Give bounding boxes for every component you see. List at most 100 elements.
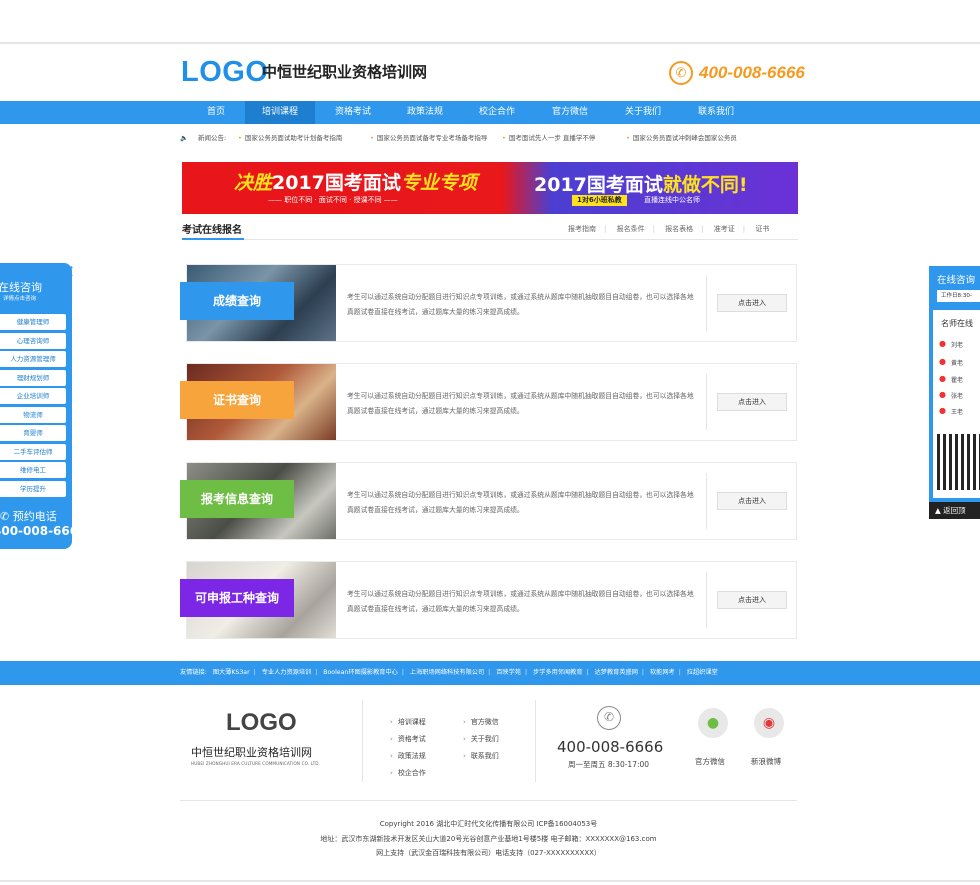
footer-hr — [180, 800, 797, 801]
header-phone-number: 400-008-6666 — [699, 63, 805, 82]
nav-home[interactable]: 首页 — [181, 101, 251, 124]
nav-courses[interactable]: 培训课程 — [245, 101, 315, 124]
card-divider — [706, 275, 707, 331]
footer-divider — [362, 700, 363, 782]
qr-code — [937, 434, 980, 490]
teacher-link[interactable]: 刘老 — [951, 340, 963, 349]
teacher-link[interactable]: 张老 — [951, 391, 963, 400]
card-registration-query: 报考信息查询 考生可以通过系统自动分配题目进行知识点专项训练，或通过系统从题库中… — [180, 462, 797, 540]
news-notice: 🔈 新闻公告: • 国家公务员面试助考计划备考指南 • 国家公务员面试备考专业考场备… — [180, 131, 800, 145]
consult-item[interactable]: 育婴师 — [0, 425, 66, 441]
teacher-link[interactable]: 瞿老 — [951, 375, 963, 384]
teacher-link[interactable]: 黄老 — [951, 358, 963, 367]
consult-item[interactable]: 学历提升 — [0, 481, 66, 497]
card-label: 可申报工种查询 — [180, 579, 294, 617]
qq-icon: ● — [939, 339, 946, 348]
enter-button[interactable]: 点击进入 — [717, 294, 787, 312]
right-consult-hours: 工作日8:30- — [937, 290, 980, 302]
enter-button[interactable]: 点击进入 — [717, 591, 787, 609]
link-certificate[interactable]: 证书 — [755, 225, 769, 233]
consult-item[interactable]: 心理咨询师 — [0, 333, 66, 349]
notice-item[interactable]: • 国考面试先人一步 直播学不停 — [502, 131, 595, 145]
bottom-divider — [0, 880, 980, 882]
consult-item[interactable]: 企业培训师 — [0, 388, 66, 404]
left-consult-panel: 在线咨询 详情点击咨询 健康管理师 心理咨询师 人力资源管理师 理财规划师 企业… — [0, 263, 86, 549]
enter-button[interactable]: 点击进入 — [717, 492, 787, 510]
left-consult-title: 在线咨询 — [0, 281, 42, 294]
nav-cooperation[interactable]: 校企合作 — [462, 101, 532, 124]
phone-icon: ✆ — [597, 706, 621, 730]
right-consult-title: 在线咨询 — [937, 275, 976, 286]
link-requirements[interactable]: 报名条件 — [617, 225, 645, 233]
footer-link[interactable]: › 官方微信 — [463, 714, 499, 731]
footer-link[interactable]: › 培训课程 — [390, 714, 426, 731]
card-description: 考生可以通过系统自动分配题目进行知识点专项训练，或通过系统从题库中随机抽取题目自… — [347, 590, 694, 613]
order-phone-label: ✆ 预约电话 — [0, 510, 57, 523]
teacher-panel-title: 名师在线 — [941, 319, 973, 328]
section-links: 报考指南 | 报名条件 | 报名表格 | 准考证 | 证书 — [568, 225, 770, 233]
friend-link[interactable]: 上海职场网络科技有限公司 — [410, 669, 484, 676]
link-admission-ticket[interactable]: 准考证 — [714, 225, 735, 233]
nav-wechat[interactable]: 官方微信 — [535, 101, 605, 124]
card-job-type-query: 可申报工种查询 考生可以通过系统自动分配题目进行知识点专项训练，或通过系统从题库… — [180, 561, 797, 639]
notice-item[interactable]: • 国家公务员面试冲刺峰会国家公务员 — [626, 131, 737, 145]
link-forms[interactable]: 报名表格 — [665, 225, 693, 233]
notice-item[interactable]: • 国家公务员面试助考计划备考指南 — [238, 131, 342, 145]
speaker-icon: 🔈 — [180, 134, 189, 142]
friend-link[interactable]: 达梦教育英盛网 — [595, 669, 638, 676]
teacher-link[interactable]: 王老 — [951, 407, 963, 416]
consult-item[interactable]: 人力资源管理师 — [0, 351, 66, 367]
friend-link[interactable]: 软能网考 — [650, 669, 675, 676]
nav-contact[interactable]: 联系我们 — [681, 101, 751, 124]
link-guide[interactable]: 报考指南 — [568, 225, 596, 233]
friend-link[interactable]: 步学多用邻闻教育 — [533, 669, 583, 676]
nav-exams[interactable]: 资格考试 — [318, 101, 388, 124]
phone-icon: ✆ — [0, 510, 13, 523]
friend-link[interactable]: 百映学苑 — [496, 669, 521, 676]
footer-logo: LOGO — [226, 709, 297, 736]
nav-policy[interactable]: 政策法规 — [390, 101, 460, 124]
nav-about[interactable]: 关于我们 — [608, 101, 678, 124]
promo-banner[interactable]: 决胜2017国考面试专业专项 —— 职位不同 · 面试不同 · 授课不同 —— … — [182, 162, 798, 214]
footer-link[interactable]: › 政策法规 — [390, 748, 426, 765]
footer-link[interactable]: › 关于我们 — [463, 731, 499, 748]
card-certificate-query: 证书查询 考生可以通过系统自动分配题目进行知识点专项训练，或通过系统从题库中随机… — [180, 363, 797, 441]
main-nav: 首页 培训课程 资格考试 政策法规 校企合作 官方微信 关于我们 联系我们 — [0, 101, 980, 124]
card-description: 考生可以通过系统自动分配题目进行知识点专项训练，或通过系统从题库中随机抽取题目自… — [347, 392, 694, 415]
footer-link[interactable]: › 联系我们 — [463, 748, 499, 765]
enter-button[interactable]: 点击进入 — [717, 393, 787, 411]
section-title-underline — [182, 238, 244, 240]
friend-link[interactable]: 图大薄KS3ar — [213, 669, 250, 676]
consult-item[interactable]: 维修电工 — [0, 462, 66, 478]
qq-icon: ● — [939, 406, 946, 415]
friend-link[interactable]: 拉超织课堂 — [687, 669, 718, 676]
left-consult-phone: 400-008-6666 — [0, 524, 87, 538]
copyright: Copyright 2016 湖北中汇时代文化传播有限公司 ICP备160040… — [379, 820, 598, 828]
card-description: 考生可以通过系统自动分配题目进行知识点专项训练，或通过系统从题库中随机抽取题目自… — [347, 491, 694, 514]
footer-link[interactable]: › 资格考试 — [390, 731, 426, 748]
weibo-label: 新浪微博 — [751, 757, 781, 766]
friend-link[interactable]: Boolean环图摄影教育中心 — [323, 669, 398, 676]
consult-item[interactable]: 二手车评估师 — [0, 444, 66, 460]
notice-item[interactable]: • 国家公务员面试备考专业考场备考指导 — [370, 131, 487, 145]
consult-item[interactable]: 物流师 — [0, 407, 66, 423]
address: 地址：武汉市东湖新技术开发区关山大道20号光谷创意产业基地1号楼5楼 电子邮箱：… — [320, 835, 657, 843]
phone-icon: ✆ — [669, 61, 693, 85]
footer-link[interactable]: › 校企合作 — [390, 765, 426, 782]
weibo-icon[interactable]: ◉ — [754, 708, 784, 738]
site-name: 中恒世纪职业资格培训网 — [262, 63, 428, 81]
card-divider — [706, 473, 707, 529]
qq-icon: ● — [939, 357, 946, 366]
wechat-icon[interactable]: ● — [698, 708, 728, 738]
back-to-top-button[interactable]: ▲ 返回顶 — [929, 502, 980, 519]
card-divider — [706, 374, 707, 430]
friend-link[interactable]: 专业人力资源培训 — [262, 669, 312, 676]
wechat-label: 官方微信 — [695, 757, 725, 766]
banner-left-subline: —— 职位不同 · 面试不同 · 授课不同 —— — [268, 196, 398, 204]
close-icon[interactable]: ✕ — [60, 262, 75, 283]
friend-links-bar: 友情链接: 图大薄KS3ar | 专业人力资源培训 | Boolean环图摄影教育中… — [0, 661, 980, 685]
consult-item[interactable]: 理财规划师 — [0, 370, 66, 386]
consult-item[interactable]: 健康管理师 — [0, 314, 66, 330]
card-divider — [706, 572, 707, 628]
site-logo[interactable]: LOGO — [181, 57, 268, 87]
